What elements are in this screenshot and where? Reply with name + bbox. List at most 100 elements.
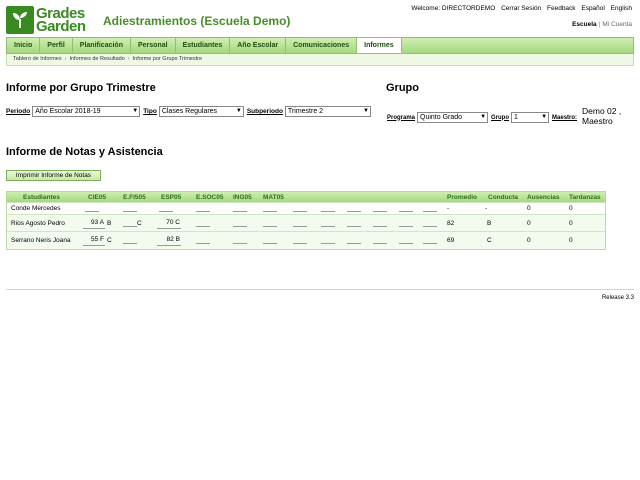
grade-field	[373, 205, 387, 212]
print-report-button[interactable]: Imprimir Informe de Notas	[6, 170, 101, 181]
col-conducta: Conducta	[488, 194, 518, 201]
logo[interactable]: Grades Garden	[6, 6, 86, 34]
ausencias-value: 0	[527, 237, 531, 244]
programa-label: Programa	[387, 114, 416, 121]
grade-field	[293, 220, 307, 227]
grade-field	[123, 220, 137, 227]
group-title: Grupo	[386, 82, 419, 94]
nav-ano-escolar[interactable]: Año Escolar	[230, 38, 287, 53]
nav-inicio[interactable]: Inicio	[7, 38, 41, 53]
tipo-select[interactable]: Clases Regulares ▼	[158, 106, 244, 117]
cie-conducta: C	[107, 237, 112, 244]
feedback-link[interactable]: Feedback	[547, 5, 576, 12]
grade-field	[347, 220, 361, 227]
school-link[interactable]: Escuela	[572, 21, 597, 28]
col-tardanzas: Tardanzas	[569, 194, 601, 201]
ausencias-value: 0	[527, 220, 531, 227]
chevron-down-icon: ▼	[132, 108, 139, 114]
account-link[interactable]: Mi Cuenta	[602, 21, 632, 28]
esp-grade: 70 C	[157, 217, 181, 229]
grade-field	[123, 237, 137, 244]
tipo-label: Tipo	[143, 108, 157, 115]
student-name: Rios Agosto Pedro	[11, 220, 65, 227]
nav-comunicaciones[interactable]: Comunicaciones	[286, 38, 358, 53]
breadcrumb-item-results[interactable]: Informes de Resultado	[69, 56, 124, 62]
grade-field	[423, 205, 437, 212]
grades-table: Estudiantes CIE05 E.FI505 ESP05 E.SOC05 …	[6, 191, 606, 250]
cie-conducta: B	[107, 220, 112, 227]
programa-select[interactable]: Quinto Grado ▼	[417, 112, 489, 123]
chevron-down-icon: ▼	[235, 108, 242, 114]
col-ing05: ING05	[233, 194, 252, 201]
tardanzas-value: 0	[569, 220, 573, 227]
col-students[interactable]: Estudiantes	[23, 192, 60, 203]
chevron-down-icon: ▼	[541, 114, 548, 120]
grade-field	[293, 205, 307, 212]
programa-value: Quinto Grado	[420, 114, 463, 121]
grade-field	[233, 220, 247, 227]
period-filters: Periodo Año Escolar 2018-19 ▼ Tipo Clases…	[6, 106, 374, 117]
breadcrumb-arrow-icon: ›	[127, 56, 130, 62]
subperiodo-select[interactable]: Trimestre 2 ▼	[284, 106, 371, 117]
logo-line2: Garden	[36, 18, 86, 35]
grade-field	[347, 205, 361, 212]
grupo-select[interactable]: 1 ▼	[511, 112, 550, 123]
conducta-value: C	[487, 237, 492, 244]
lang-es-link[interactable]: Español	[581, 5, 605, 12]
ausencias-value: 0	[527, 205, 531, 212]
table-header: Estudiantes CIE05 E.FI505 ESP05 E.SOC05 …	[7, 192, 605, 203]
promedio-value: -	[447, 205, 450, 212]
lang-en-link[interactable]: English	[611, 5, 632, 12]
sprout-icon	[6, 6, 34, 34]
group-filters: Programa Quinto Grado ▼ Grupo 1 ▼ Maestro:	[387, 112, 579, 123]
grade-field	[196, 237, 210, 244]
grade-field	[423, 237, 437, 244]
grupo-value: 1	[514, 114, 518, 121]
nav-planificacion[interactable]: Planificación	[73, 38, 131, 53]
col-mat05: MAT05	[263, 194, 284, 201]
page-title: Informe por Grupo Trimestre	[6, 82, 156, 94]
periodo-select[interactable]: Año Escolar 2018-19 ▼	[32, 106, 141, 117]
footer-divider	[6, 289, 634, 290]
grade-field	[373, 237, 387, 244]
chevron-down-icon: ▼	[480, 114, 487, 120]
breadcrumb-item-dashboard[interactable]: Tablero de Informes	[13, 56, 62, 62]
logo-text: Grades Garden	[36, 6, 86, 35]
tipo-value: Clases Regulares	[161, 108, 218, 115]
breadcrumb-arrow-icon: ›	[64, 56, 67, 62]
conducta-value: B	[487, 220, 492, 227]
col-efi505: E.FI505	[123, 194, 146, 201]
maestro-label: Maestro:	[552, 114, 578, 121]
breadcrumb: Tablero de Informes › Informes de Resultad…	[6, 54, 634, 66]
table-row: Rios Agosto Pedro 93 A B C 70 C 82 B 0 0	[7, 215, 605, 232]
nav-informes[interactable]: Informes	[357, 38, 402, 53]
nav-perfil[interactable]: Perfil	[40, 38, 73, 53]
header: Grades Garden Adiestramientos (Escuela D…	[0, 0, 640, 36]
cie-grade: 93 A	[83, 217, 105, 229]
grade-field	[293, 237, 307, 244]
grade-field	[159, 205, 173, 212]
conducta-value: -	[485, 205, 488, 212]
grade-field	[233, 237, 247, 244]
main-nav: Inicio Perfil Planificación Personal Est…	[6, 37, 634, 54]
logout-link[interactable]: Cerrar Sesión	[501, 5, 541, 12]
col-cie05: CIE05	[88, 194, 107, 201]
student-name: Serrano Neris Joana	[11, 237, 71, 244]
grupo-label: Grupo	[491, 114, 510, 121]
col-esoc05: E.SOC05	[196, 194, 224, 201]
grade-field	[321, 237, 335, 244]
periodo-value: Año Escolar 2018-19	[35, 108, 101, 115]
account-separator: |	[598, 21, 601, 28]
col-ausencias: Ausencias	[527, 194, 560, 201]
subperiodo-label: Subperiodo	[246, 108, 283, 115]
grade-field	[347, 237, 361, 244]
grade-field	[85, 205, 99, 212]
promedio-value: 69	[447, 237, 455, 244]
grade-field	[233, 205, 247, 212]
grade-field	[321, 220, 335, 227]
welcome-text: Welcome: DIRECTORDEMO	[411, 5, 496, 12]
grade-field	[321, 205, 335, 212]
nav-estudiantes[interactable]: Estudiantes	[176, 38, 231, 53]
nav-personal[interactable]: Personal	[131, 38, 176, 53]
tardanzas-value: 0	[569, 205, 573, 212]
